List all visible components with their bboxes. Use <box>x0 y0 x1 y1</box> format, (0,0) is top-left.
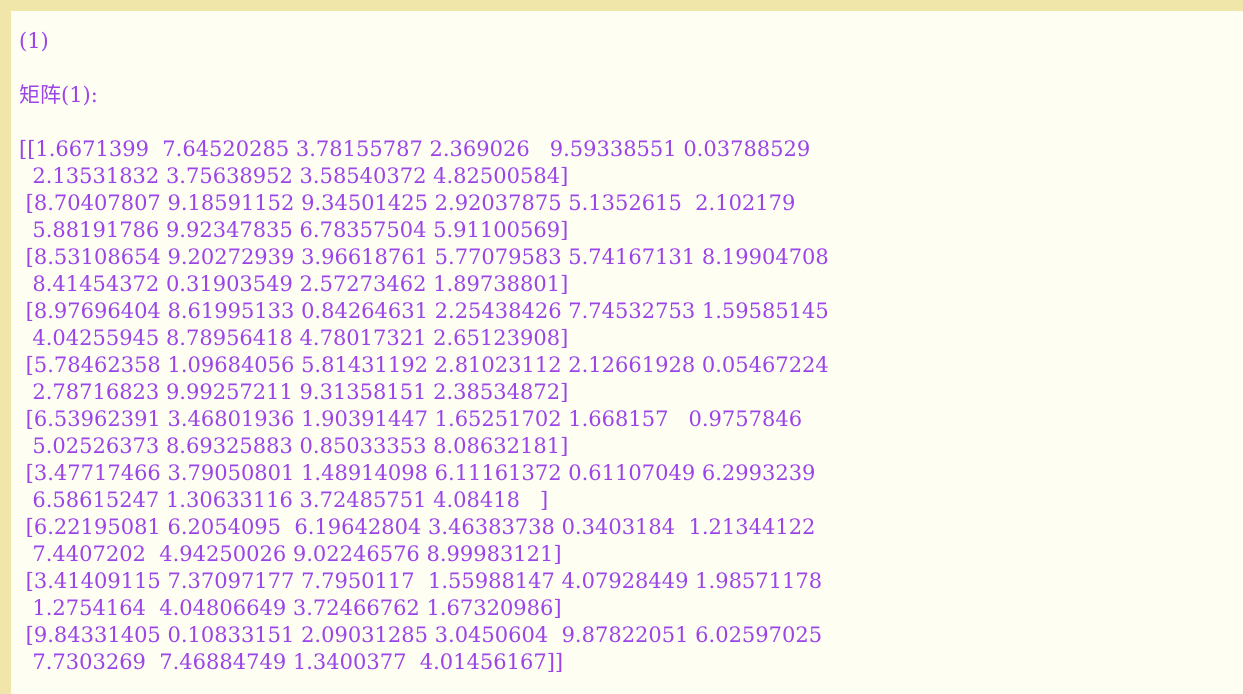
matrix-title: 矩阵(1): <box>19 83 98 107</box>
matrix-line: [3.41409115 7.37097177 7.7950117 1.55988… <box>19 569 823 593</box>
matrix-line: 6.58615247 1.30633116 3.72485751 4.08418… <box>19 488 549 512</box>
matrix-line: [8.70407807 9.18591152 9.34501425 2.9203… <box>19 191 796 215</box>
matrix-line: 5.02526373 8.69325883 0.85033353 8.08632… <box>19 434 569 458</box>
matrix-line: 8.41454372 0.31903549 2.57273462 1.89738… <box>19 272 569 296</box>
output-panel: (1) 矩阵(1): [[1.6671399 7.64520285 3.7815… <box>11 11 1243 694</box>
matrix-line: [6.22195081 6.2054095 6.19642804 3.46383… <box>19 515 816 539</box>
matrix-line: [6.53962391 3.46801936 1.90391447 1.6525… <box>19 407 803 431</box>
matrix-line: 1.2754164 4.04806649 3.72466762 1.673209… <box>19 596 562 620</box>
matrix-line: 5.88191786 9.92347835 6.78357504 5.91100… <box>19 218 569 242</box>
matrix-line: [5.78462358 1.09684056 5.81431192 2.8102… <box>19 353 829 377</box>
matrix-output: [[1.6671399 7.64520285 3.78155787 2.3690… <box>19 136 1243 676</box>
matrix-line: [3.47717466 3.79050801 1.48914098 6.1116… <box>19 461 816 485</box>
matrix-line: 7.4407202 4.94250026 9.02246576 8.999831… <box>19 542 562 566</box>
matrix-line: 2.78716823 9.99257211 9.31358151 2.38534… <box>19 380 569 404</box>
output-label: (1) <box>19 29 49 53</box>
matrix-line: [[1.6671399 7.64520285 3.78155787 2.3690… <box>19 137 811 161</box>
matrix-line: [8.97696404 8.61995133 0.84264631 2.2543… <box>19 299 829 323</box>
matrix-line: [9.84331405 0.10833151 2.09031285 3.0450… <box>19 623 823 647</box>
matrix-line: 4.04255945 8.78956418 4.78017321 2.65123… <box>19 326 569 350</box>
matrix-line: 2.13531832 3.75638952 3.58540372 4.82500… <box>19 164 569 188</box>
matrix-line: 7.7303269 7.46884749 1.3400377 4.0145616… <box>19 650 564 674</box>
matrix-line: [8.53108654 9.20272939 3.96618761 5.7707… <box>19 245 829 269</box>
